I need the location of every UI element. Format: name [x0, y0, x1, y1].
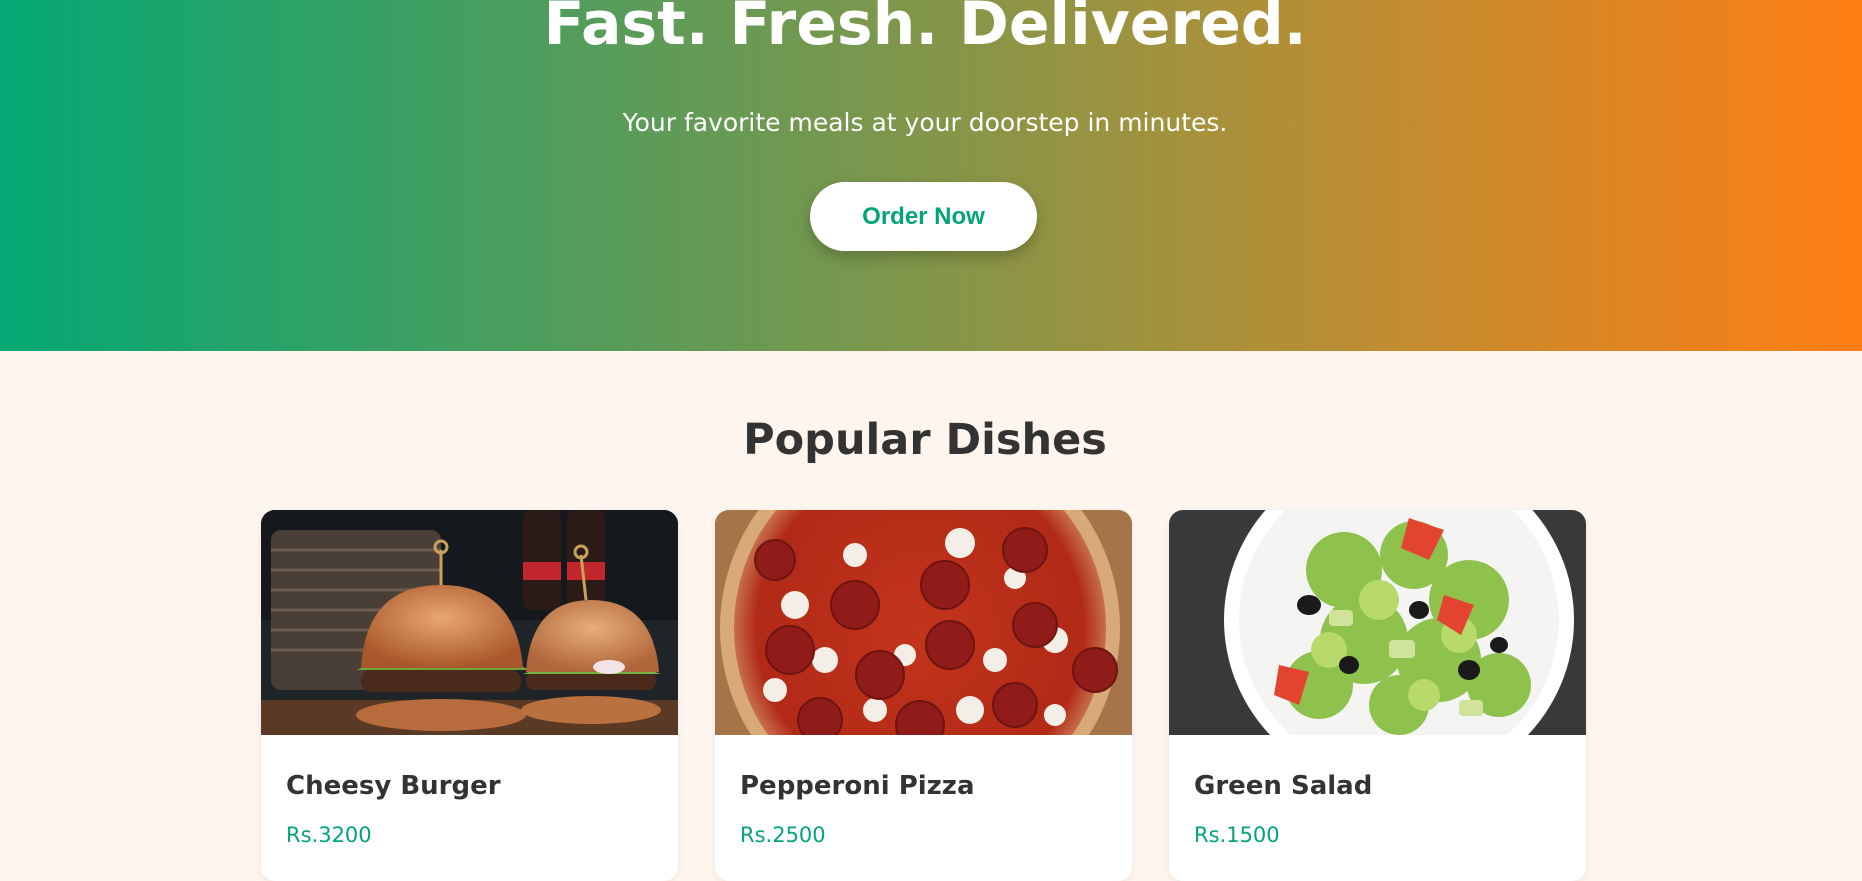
dish-name: Green Salad	[1194, 771, 1373, 801]
burger-image	[261, 510, 678, 735]
dish-price: Rs.3200	[286, 823, 372, 847]
hero-subtitle: Your favorite meals at your doorstep in …	[622, 108, 1228, 137]
salad-image	[1169, 510, 1586, 735]
dish-name: Pepperoni Pizza	[740, 771, 975, 801]
dish-card-pizza[interactable]: Pepperoni Pizza Rs.2500	[715, 510, 1132, 881]
pizza-image	[715, 510, 1132, 735]
dish-name: Cheesy Burger	[286, 771, 501, 801]
dish-price: Rs.2500	[740, 823, 826, 847]
hero-title: Fast. Fresh. Delivered.	[543, 0, 1307, 59]
hero-banner: Fast. Fresh. Delivered. Your favorite me…	[0, 0, 1862, 351]
dish-price: Rs.1500	[1194, 823, 1280, 847]
popular-dishes-title: Popular Dishes	[743, 415, 1107, 465]
order-now-button[interactable]: Order Now	[810, 182, 1037, 251]
dish-card-salad[interactable]: Green Salad Rs.1500	[1169, 510, 1586, 881]
dish-card-burger[interactable]: Cheesy Burger Rs.3200	[261, 510, 678, 881]
